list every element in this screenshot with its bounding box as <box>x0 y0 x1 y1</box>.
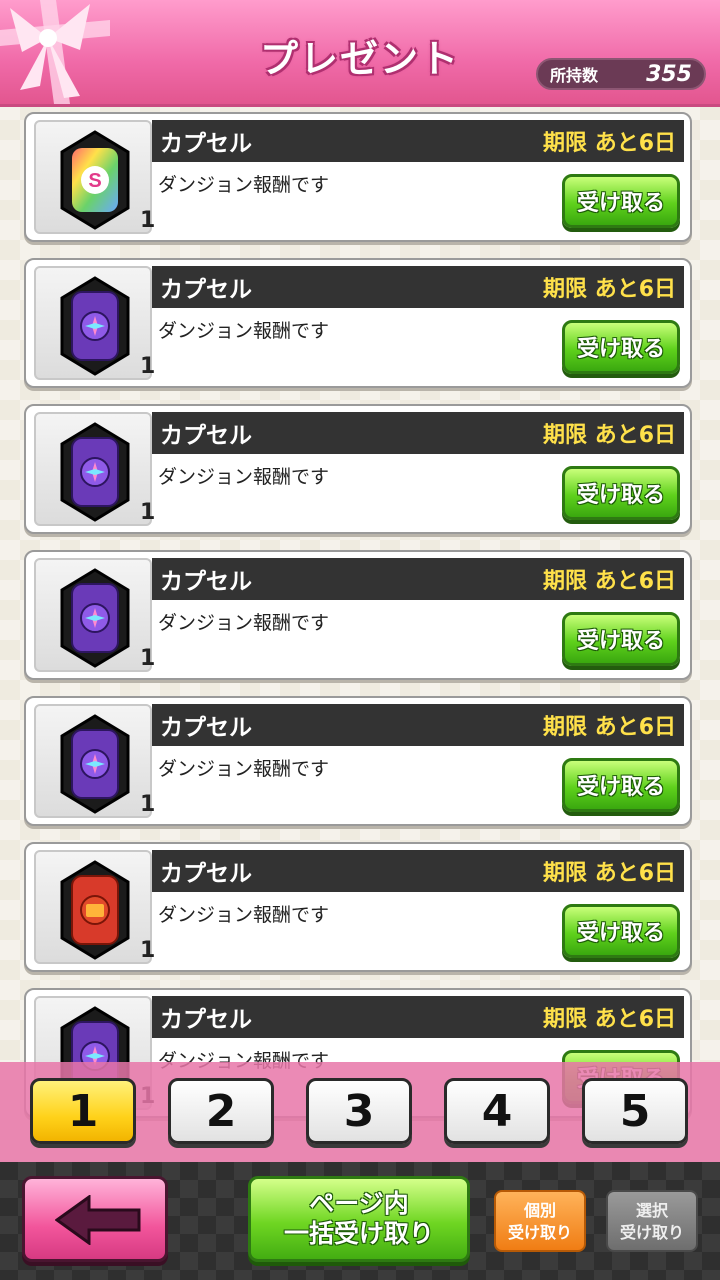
item-description: ダンジョン報酬です <box>158 466 330 488</box>
present-item: 1 カプセル 期限 あと6日ダンジョン報酬です 受け取る <box>24 258 692 388</box>
item-quantity: 1 <box>140 208 156 233</box>
present-item: 1 カプセル 期限 あと6日ダンジョン報酬です 受け取る <box>24 696 692 826</box>
present-count-value: 355 <box>646 61 692 87</box>
left-arrow-icon <box>55 1195 141 1245</box>
select-receive-line2: 受け取り <box>619 1223 684 1242</box>
item-thumbnail: S1 <box>34 120 156 234</box>
item-name: カプセル <box>160 277 252 303</box>
bulk-receive-button[interactable]: ページ内 一括受け取り <box>248 1176 470 1262</box>
receive-button[interactable]: 受け取る <box>562 904 680 958</box>
item-name-bar: カプセル 期限 あと6日 <box>152 704 684 746</box>
item-description: ダンジョン報酬です <box>158 758 330 780</box>
capsule-icon <box>60 276 130 376</box>
item-name: カプセル <box>160 423 252 449</box>
item-thumbnail: 1 <box>34 850 156 964</box>
item-thumbnail: 1 <box>34 704 156 818</box>
bottom-toolbar: ページ内 一括受け取り 個別 受け取り 選択 受け取り <box>0 1162 720 1280</box>
present-count-box: 所持数 355 <box>536 58 706 90</box>
header-bar: プレゼント 所持数 355 <box>0 0 720 107</box>
capsule-icon <box>60 568 130 668</box>
item-description: ダンジョン報酬です <box>158 174 330 196</box>
item-quantity: 1 <box>140 354 156 379</box>
page-button-3[interactable]: 3 <box>306 1078 412 1144</box>
capsule-icon <box>60 422 130 522</box>
item-deadline: 期限 あと6日 <box>543 861 676 886</box>
item-name: カプセル <box>160 569 252 595</box>
present-item: 1 カプセル 期限 あと6日ダンジョン報酬です 受け取る <box>24 550 692 680</box>
item-deadline: 期限 あと6日 <box>543 1007 676 1032</box>
receive-button[interactable]: 受け取る <box>562 320 680 374</box>
item-name: カプセル <box>160 131 252 157</box>
bulk-receive-line2: 一括受け取り <box>283 1219 434 1248</box>
item-deadline: 期限 あと6日 <box>543 277 676 302</box>
item-thumbnail: 1 <box>34 558 156 672</box>
back-button[interactable] <box>22 1176 168 1262</box>
item-name-bar: カプセル 期限 あと6日 <box>152 266 684 308</box>
present-item: S 1 カプセル 期限 あと6日 ダンジョン報酬です 受け取る <box>24 112 692 242</box>
item-name: カプセル <box>160 1007 252 1033</box>
receive-button[interactable]: 受け取る <box>562 466 680 520</box>
individual-receive-line1: 個別 <box>523 1201 556 1220</box>
item-description: ダンジョン報酬です <box>158 904 330 926</box>
item-name-bar: カプセル 期限 あと6日 <box>152 412 684 454</box>
page-button-4[interactable]: 4 <box>444 1078 550 1144</box>
present-list[interactable]: S 1 カプセル 期限 あと6日 ダンジョン報酬です 受け取る 1 カプセル 期限 あと6日 ダン… <box>24 110 694 1170</box>
present-count-label: 所持数 <box>550 66 599 85</box>
item-name: カプセル <box>160 861 252 887</box>
receive-button[interactable]: 受け取る <box>562 612 680 666</box>
item-deadline: 期限 あと6日 <box>543 715 676 740</box>
page-button-5[interactable]: 5 <box>582 1078 688 1144</box>
capsule-icon <box>60 714 130 814</box>
bulk-receive-line1: ページ内 <box>309 1189 409 1218</box>
item-thumbnail: 1 <box>34 412 156 526</box>
present-item: 1 カプセル 期限 あと6日ダンジョン報酬です 受け取る <box>24 404 692 534</box>
svg-text:S: S <box>88 170 101 192</box>
item-quantity: 1 <box>140 938 156 963</box>
item-deadline: 期限 あと6日 <box>543 569 676 594</box>
select-receive-line1: 選択 <box>635 1201 668 1220</box>
page-button-2[interactable]: 2 <box>168 1078 274 1144</box>
present-item: 1 カプセル 期限 あと6日ダンジョン報酬です 受け取る <box>24 842 692 972</box>
item-deadline: 期限 あと6日 <box>543 131 676 156</box>
item-quantity: 1 <box>140 792 156 817</box>
item-thumbnail: 1 <box>34 266 156 380</box>
select-receive-button[interactable]: 選択 受け取り <box>606 1190 698 1252</box>
item-name-bar: カプセル 期限 あと6日 <box>152 850 684 892</box>
item-name-bar: カプセル 期限 あと6日 <box>152 120 684 162</box>
item-name: カプセル <box>160 715 252 741</box>
capsule-icon: S <box>60 130 130 230</box>
item-deadline: 期限 あと6日 <box>543 423 676 448</box>
page-selector: 1 2 3 4 5 <box>0 1062 720 1162</box>
item-name-bar: カプセル 期限 あと6日 <box>152 996 684 1038</box>
page-button-1[interactable]: 1 <box>30 1078 136 1144</box>
item-quantity: 1 <box>140 500 156 525</box>
receive-button[interactable]: 受け取る <box>562 758 680 812</box>
item-description: ダンジョン報酬です <box>158 320 330 342</box>
individual-receive-button[interactable]: 個別 受け取り <box>494 1190 586 1252</box>
item-name-bar: カプセル 期限 あと6日 <box>152 558 684 600</box>
capsule-icon <box>60 860 130 960</box>
receive-button[interactable]: 受け取る <box>562 174 680 228</box>
individual-receive-line2: 受け取り <box>507 1223 572 1242</box>
item-description: ダンジョン報酬です <box>158 612 330 634</box>
item-quantity: 1 <box>140 646 156 671</box>
